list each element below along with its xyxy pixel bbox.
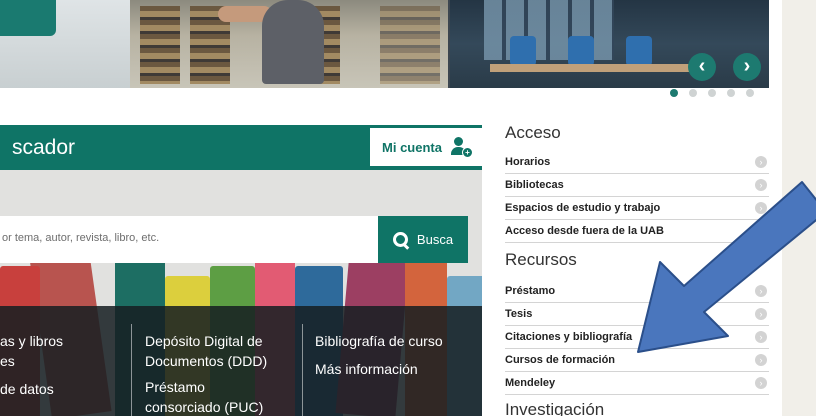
annotation-arrow-icon xyxy=(637,181,816,353)
